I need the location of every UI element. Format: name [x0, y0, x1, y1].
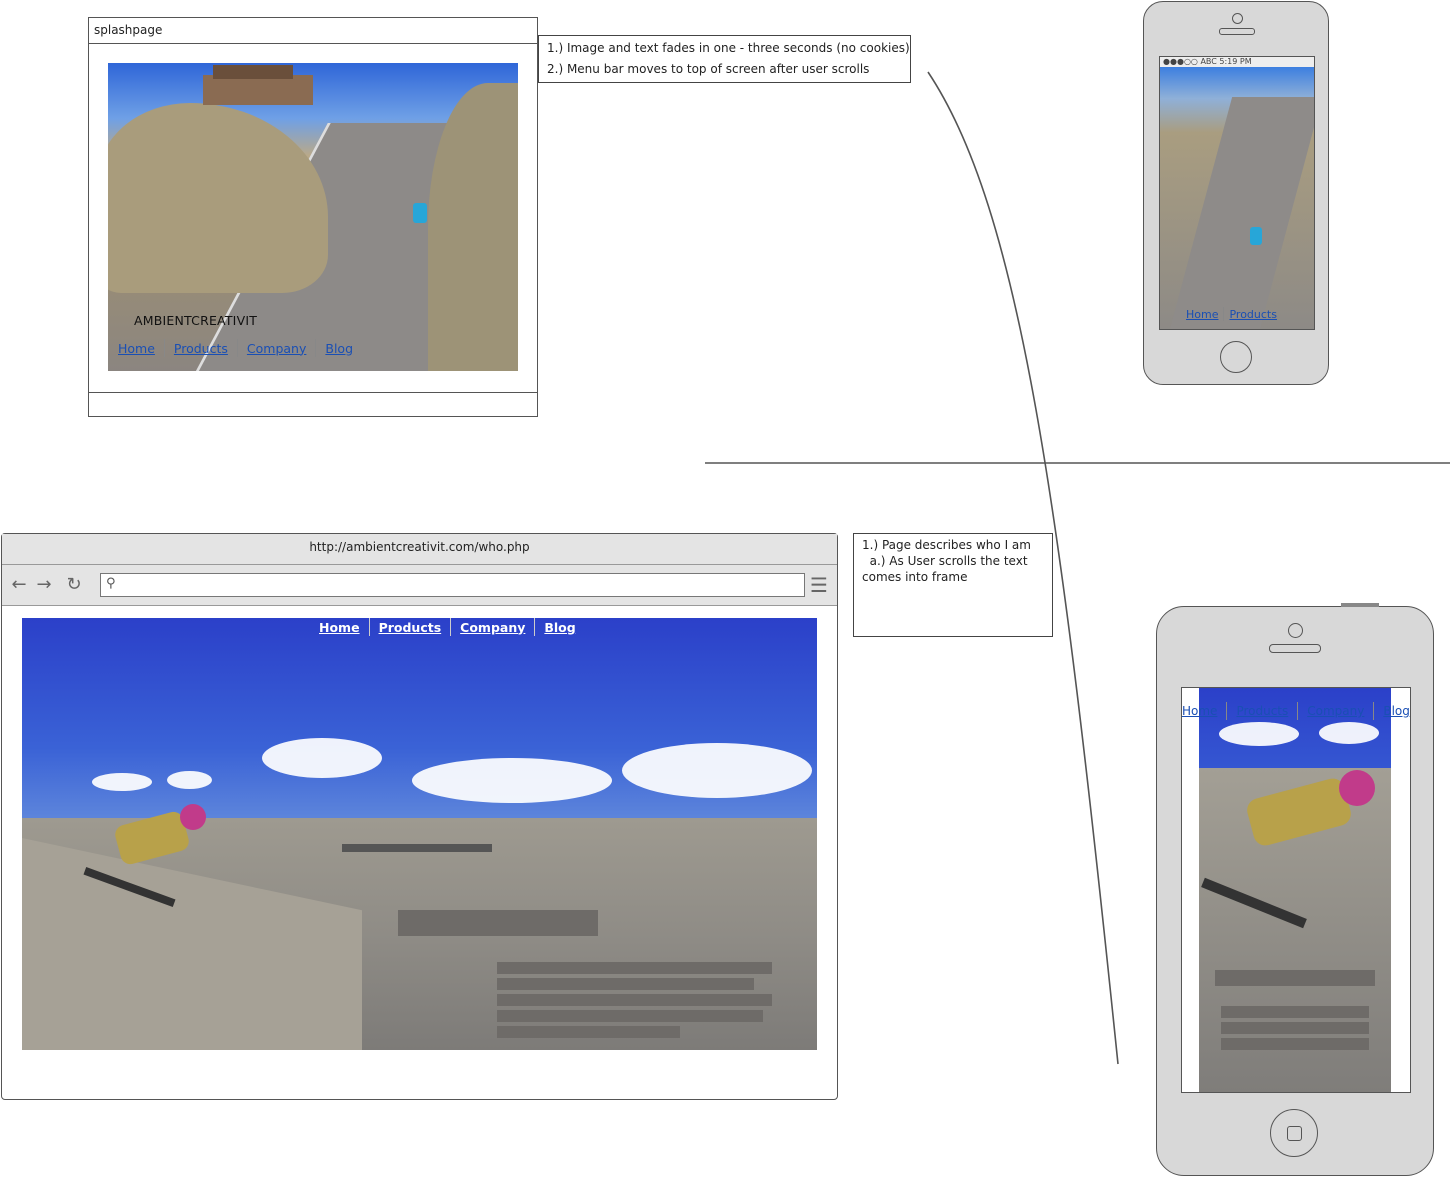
- search-icon: ⚲: [106, 576, 116, 591]
- phone-text-placeholder-1: [1221, 1006, 1369, 1018]
- who-text-placeholder-2: [497, 978, 754, 990]
- browser-toolbar: ← → ↻ ⚲ ☰: [2, 565, 837, 606]
- back-icon[interactable]: ←: [8, 574, 30, 596]
- who-note-line-2: a.) As User scrolls the text: [862, 554, 1028, 568]
- who-heading-placeholder: [398, 910, 598, 936]
- browser-nav: Home Products Company Blog: [319, 618, 576, 636]
- phone-top: ●●●○○ ABC 5:19 PM Home Products: [1143, 1, 1329, 385]
- browser-url: http://ambientcreativit.com/who.php: [309, 540, 530, 554]
- home-square-icon: [1287, 1126, 1302, 1141]
- browser-nav-company[interactable]: Company: [460, 620, 525, 635]
- phone-bottom-nav-home[interactable]: Home: [1182, 704, 1217, 718]
- address-input[interactable]: [125, 576, 799, 594]
- phone-top-nav-home[interactable]: Home: [1186, 308, 1218, 321]
- phone-text-placeholder-3: [1221, 1038, 1369, 1050]
- who-text-placeholder-4: [497, 1010, 763, 1022]
- browser-nav-products[interactable]: Products: [379, 620, 442, 635]
- phone-bottom-camera: [1288, 623, 1303, 638]
- phone-bottom: Home Products Company Blog: [1156, 603, 1434, 1176]
- who-text-placeholder-3: [497, 994, 772, 1006]
- phone-top-screen: ●●●○○ ABC 5:19 PM Home Products: [1159, 56, 1315, 330]
- browser-nav-blog[interactable]: Blog: [544, 620, 575, 635]
- phone-text-placeholder-2: [1221, 1022, 1369, 1034]
- phone-bottom-speaker: [1269, 644, 1321, 653]
- browser-nav-home[interactable]: Home: [319, 620, 360, 635]
- phone-top-speaker: [1219, 28, 1255, 35]
- who-hero-image: Home Products Company Blog: [22, 618, 817, 1050]
- phone-top-status: ●●●○○ ABC 5:19 PM: [1160, 57, 1314, 67]
- phone-bottom-nav-products[interactable]: Products: [1236, 704, 1288, 718]
- refresh-icon[interactable]: ↻: [63, 574, 85, 596]
- forward-icon[interactable]: →: [33, 574, 55, 596]
- address-bar[interactable]: ⚲: [100, 573, 805, 597]
- browser-titlebar: http://ambientcreativit.com/who.php: [2, 534, 837, 565]
- phone-top-home-button[interactable]: [1220, 341, 1252, 373]
- phone-bottom-nav-blog[interactable]: Blog: [1383, 704, 1410, 718]
- phone-bottom-nav: Home Products Company Blog: [1182, 702, 1410, 720]
- who-note-line-1: 1.) Page describes who I am: [862, 538, 1031, 552]
- phone-bottom-image: [1199, 688, 1391, 1092]
- phone-top-image: Home Products: [1160, 67, 1314, 329]
- phone-bottom-nav-company[interactable]: Company: [1307, 704, 1364, 718]
- phone-heading-placeholder: [1215, 970, 1375, 986]
- who-text-placeholder-5: [497, 1026, 680, 1038]
- phone-top-nav-products[interactable]: Products: [1229, 308, 1277, 321]
- phone-top-camera: [1232, 13, 1243, 24]
- menu-icon[interactable]: ☰: [808, 574, 830, 596]
- phone-top-nav: Home Products: [1186, 307, 1277, 321]
- phone-bottom-side-button: [1341, 603, 1379, 607]
- who-text-placeholder-1: [497, 962, 772, 974]
- phone-bottom-home-button[interactable]: [1270, 1109, 1318, 1157]
- who-note: 1.) Page describes who I am a.) As User …: [853, 533, 1053, 637]
- who-note-line-3: comes into frame: [862, 570, 968, 584]
- browser-window: http://ambientcreativit.com/who.php ← → …: [1, 533, 838, 1100]
- phone-bottom-screen: Home Products Company Blog: [1181, 687, 1411, 1093]
